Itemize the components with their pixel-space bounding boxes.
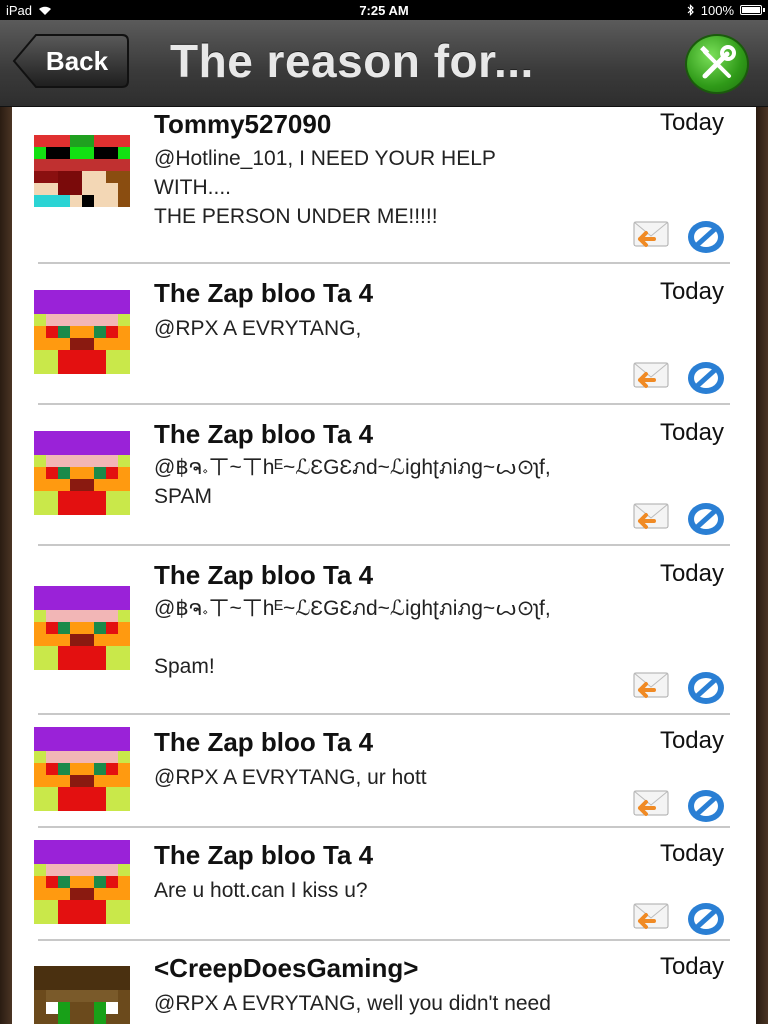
message-list[interactable]: Tommy527090 Today @Hotline_101, I NEED Y… bbox=[12, 107, 756, 1024]
reply-mail-icon[interactable] bbox=[632, 788, 672, 822]
list-item: The Zap bloo Ta 4 Today @RPX A EVRYTANG, bbox=[12, 264, 756, 405]
avatar[interactable] bbox=[34, 586, 130, 670]
post-message: @RPX A EVRYTANG, bbox=[154, 317, 362, 340]
reply-mail-icon[interactable] bbox=[632, 501, 672, 535]
page-title: The reason for... bbox=[170, 35, 534, 87]
tools-icon bbox=[700, 45, 736, 79]
reply-mail-icon[interactable] bbox=[632, 360, 672, 394]
reply-mail-icon[interactable] bbox=[632, 670, 672, 704]
list-item: The Zap bloo Ta 4 Today Are u hott.can I… bbox=[12, 828, 756, 941]
back-button-label: Back bbox=[45, 45, 109, 76]
post-message: @RPX A EVRYTANG, well you didn't need bbox=[154, 992, 551, 1015]
post-author: The Zap bloo Ta 4 bbox=[154, 419, 374, 449]
block-icon[interactable] bbox=[686, 670, 726, 706]
post-message: @฿ຈ𝆹ㄒ~ㄒhᴱ~ℒƐGƐภd~ℒighʈภiภg~ꙍ⊙ʅf, Spam! bbox=[154, 597, 551, 678]
list-item: The Zap bloo Ta 4 Today @฿ຈ𝆹ㄒ~ㄒhᴱ~ℒƐGƐภd… bbox=[12, 546, 756, 715]
avatar[interactable] bbox=[34, 431, 130, 515]
post-author: The Zap bloo Ta 4 bbox=[154, 560, 374, 590]
post-time: Today bbox=[659, 727, 724, 754]
reply-mail-icon[interactable] bbox=[632, 901, 672, 935]
avatar[interactable] bbox=[34, 840, 130, 924]
post-author: <CreepDoesGaming> bbox=[154, 953, 419, 983]
post-message: @Hotline_101, I NEED YOUR HELP WITH.... … bbox=[154, 147, 496, 228]
status-bar: iPad 7:25 AM 100% bbox=[0, 0, 768, 20]
wood-frame-left bbox=[0, 107, 12, 1024]
block-icon[interactable] bbox=[686, 901, 726, 937]
post-message: @฿ຈ𝆹ㄒ~ㄒhᴱ~ℒƐGƐภd~ℒighʈภiภg~ꙍ⊙ʅf, SPAM bbox=[154, 456, 551, 508]
battery-percent: 100% bbox=[700, 2, 734, 18]
post-time: Today bbox=[659, 109, 724, 136]
list-item: The Zap bloo Ta 4 Today @RPX A EVRYTANG,… bbox=[12, 715, 756, 828]
post-author: Tommy527090 bbox=[154, 109, 332, 139]
post-time: Today bbox=[659, 953, 724, 980]
post-message: Are u hott.can I kiss u? bbox=[154, 879, 368, 902]
battery-icon bbox=[740, 5, 765, 15]
list-item: <CreepDoesGaming> Today @RPX A EVRYTANG,… bbox=[12, 941, 756, 1024]
post-message: @RPX A EVRYTANG, ur hott bbox=[154, 766, 427, 789]
bluetooth-icon bbox=[687, 4, 694, 16]
avatar[interactable] bbox=[34, 727, 130, 811]
block-icon[interactable] bbox=[686, 219, 726, 255]
avatar[interactable] bbox=[34, 290, 130, 374]
device-name: iPad bbox=[6, 2, 33, 18]
block-icon[interactable] bbox=[686, 788, 726, 824]
avatar[interactable] bbox=[34, 135, 130, 219]
battery-fill bbox=[742, 7, 760, 13]
wood-frame-right bbox=[756, 107, 768, 1024]
post-time: Today bbox=[659, 560, 724, 587]
wifi-icon bbox=[39, 6, 52, 15]
list-item: The Zap bloo Ta 4 Today @฿ຈ𝆹ㄒ~ㄒhᴱ~ℒƐGƐภd… bbox=[12, 405, 756, 546]
post-author: The Zap bloo Ta 4 bbox=[154, 727, 374, 757]
list-item: Tommy527090 Today @Hotline_101, I NEED Y… bbox=[12, 107, 756, 264]
navigation-bar: Back The reason for... bbox=[0, 20, 768, 107]
post-author: The Zap bloo Ta 4 bbox=[154, 840, 374, 870]
block-icon[interactable] bbox=[686, 360, 726, 396]
block-icon[interactable] bbox=[686, 501, 726, 537]
avatar[interactable] bbox=[34, 966, 130, 1024]
tools-button[interactable] bbox=[685, 34, 749, 94]
post-time: Today bbox=[659, 278, 724, 305]
post-time: Today bbox=[659, 840, 724, 867]
reply-mail-icon[interactable] bbox=[632, 219, 672, 253]
status-time: 7:25 AM bbox=[359, 2, 409, 18]
post-author: The Zap bloo Ta 4 bbox=[154, 278, 374, 308]
back-button[interactable]: Back bbox=[12, 32, 130, 90]
post-time: Today bbox=[659, 419, 724, 446]
